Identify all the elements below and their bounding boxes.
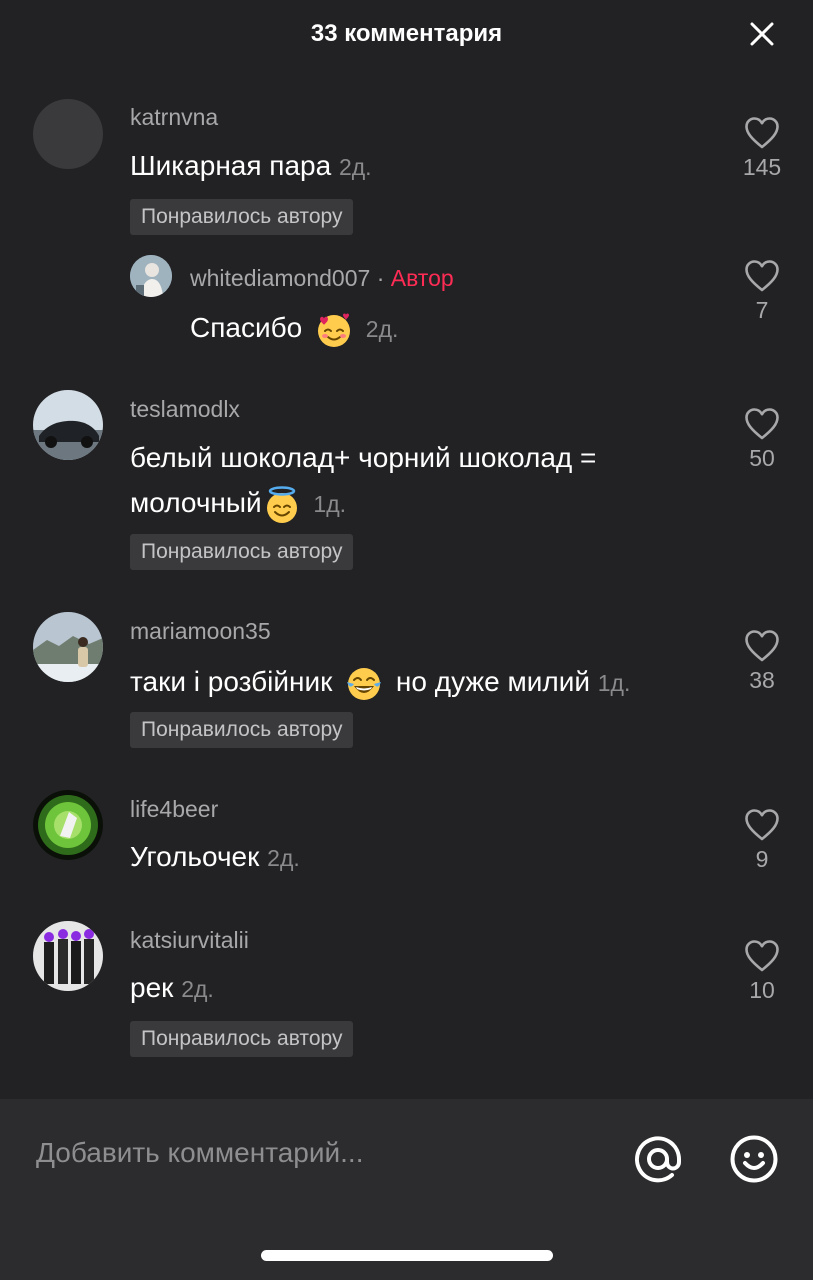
liked-by-author-badge: Понравилось автору bbox=[130, 712, 354, 748]
comment-body-start: таки і розбійник bbox=[130, 666, 333, 697]
like-button[interactable]: 7 bbox=[730, 259, 794, 324]
reply-username[interactable]: whitediamond007 bbox=[190, 265, 370, 291]
comment-input[interactable] bbox=[36, 1133, 596, 1173]
comment-body-end: но дуже милий bbox=[395, 666, 590, 697]
heart-outline-icon bbox=[745, 117, 779, 149]
reply-text: Спасибо 2д. bbox=[190, 306, 398, 351]
like-button[interactable]: 145 bbox=[730, 116, 794, 181]
reply-body: Спасибо bbox=[190, 312, 303, 343]
like-count: 10 bbox=[749, 977, 775, 1003]
like-button[interactable]: 50 bbox=[730, 407, 794, 472]
comment-time: 1д. bbox=[597, 670, 631, 696]
emoji-button[interactable] bbox=[728, 1133, 780, 1185]
face-with-tears-of-joy-icon bbox=[347, 667, 382, 700]
avatar-image bbox=[33, 612, 103, 682]
comment-username[interactable]: life4beer bbox=[130, 796, 218, 823]
comments-header: 33 комментария bbox=[0, 0, 813, 68]
comment-time: 1д. bbox=[313, 491, 347, 517]
like-button[interactable]: 38 bbox=[730, 629, 794, 694]
comment-text: Угольочек 2д. bbox=[130, 835, 300, 880]
heart-outline-icon bbox=[745, 408, 779, 440]
comment-text-line-1: белый шоколад+ чорний шоколад = bbox=[130, 442, 597, 473]
avatar[interactable] bbox=[33, 612, 103, 682]
comment-username[interactable]: katrnvna bbox=[130, 104, 218, 131]
smiling-face-with-halo-icon bbox=[266, 485, 297, 523]
reply-username-line: whitediamond007 · Автор bbox=[190, 265, 454, 292]
comment-username[interactable]: katsiurvitalii bbox=[130, 927, 249, 954]
comment-time: 2д. bbox=[338, 154, 372, 180]
home-indicator[interactable] bbox=[261, 1250, 553, 1261]
comment-body: Угольочек bbox=[130, 841, 260, 872]
avatar-image bbox=[33, 390, 103, 460]
comment-body: Шикарная пара bbox=[130, 150, 332, 181]
comment-body: молочный bbox=[130, 487, 262, 518]
comment-username[interactable]: mariamoon35 bbox=[130, 618, 271, 645]
comment-time: 2д. bbox=[181, 976, 214, 1002]
close-button[interactable] bbox=[746, 18, 778, 50]
comment-text: таки і розбійник но дуже милий 1д. bbox=[130, 660, 630, 705]
smiling-face-with-hearts-icon bbox=[318, 313, 350, 347]
heart-outline-icon bbox=[745, 809, 779, 841]
like-count: 9 bbox=[755, 846, 769, 872]
comment-body: рек bbox=[130, 972, 174, 1003]
comment-time: 2д. bbox=[267, 845, 300, 871]
at-sign-icon bbox=[635, 1136, 681, 1183]
mention-button[interactable] bbox=[632, 1133, 684, 1185]
comment-text: рек 2д. bbox=[130, 966, 214, 1011]
like-count: 50 bbox=[749, 445, 775, 471]
reply-time: 2д. bbox=[365, 316, 399, 342]
comments-count-title: 33 комментария bbox=[310, 20, 503, 47]
avatar-image bbox=[130, 255, 172, 297]
avatar[interactable] bbox=[33, 921, 103, 991]
heart-outline-icon bbox=[745, 260, 779, 292]
author-tag: Автор bbox=[390, 265, 454, 291]
avatar[interactable] bbox=[130, 255, 172, 297]
comment-username[interactable]: teslamodlx bbox=[130, 396, 240, 423]
avatar[interactable] bbox=[33, 99, 103, 169]
heart-outline-icon bbox=[745, 940, 779, 972]
like-count: 7 bbox=[755, 297, 769, 323]
avatar[interactable] bbox=[33, 790, 103, 860]
like-button[interactable]: 10 bbox=[730, 939, 794, 1004]
liked-by-author-badge: Понравилось автору bbox=[130, 534, 354, 570]
like-count: 145 bbox=[742, 154, 782, 180]
separator-dot: · bbox=[376, 265, 385, 291]
comment-text: Шикарная пара 2д. bbox=[130, 144, 372, 189]
like-button[interactable]: 9 bbox=[730, 808, 794, 873]
comment-text-line-2: молочный 1д. bbox=[130, 481, 346, 526]
avatar[interactable] bbox=[33, 390, 103, 460]
avatar-image bbox=[33, 921, 103, 991]
avatar-image bbox=[33, 790, 103, 860]
liked-by-author-badge: Понравилось автору bbox=[130, 1021, 354, 1057]
heart-outline-icon bbox=[745, 630, 779, 662]
comment-input-bar bbox=[0, 1099, 813, 1280]
liked-by-author-badge: Понравилось автору bbox=[130, 199, 354, 235]
close-icon bbox=[750, 22, 774, 46]
like-count: 38 bbox=[749, 667, 775, 693]
smiley-icon bbox=[730, 1135, 778, 1183]
